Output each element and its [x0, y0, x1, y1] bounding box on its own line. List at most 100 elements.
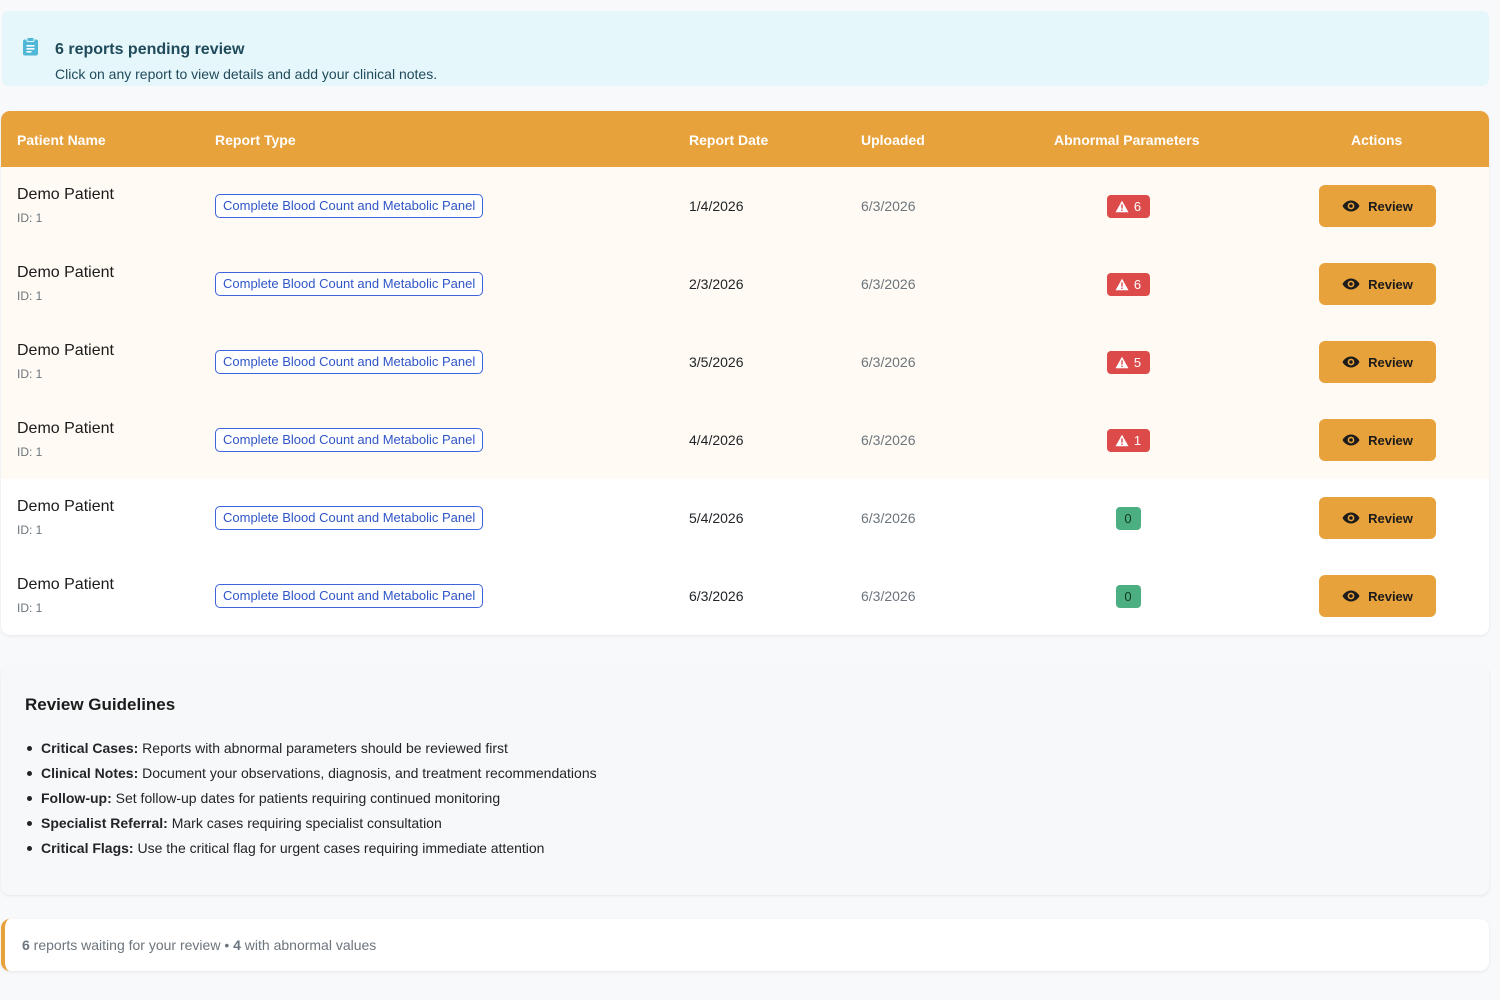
guideline-item: Clinical Notes: Document your observatio…	[25, 761, 597, 786]
review-button-label: Review	[1368, 354, 1413, 370]
patient-name: Demo Patient	[17, 264, 114, 281]
eye-icon	[1342, 590, 1360, 602]
table-header: Patient Name Report Type Report Date Upl…	[1, 111, 1489, 167]
abnormal-count-badge: 6	[1106, 273, 1150, 296]
eye-icon	[1342, 200, 1360, 212]
col-uploaded: Uploaded	[861, 132, 925, 148]
guideline-label: Critical Flags:	[41, 840, 134, 856]
patient-name: Demo Patient	[17, 420, 114, 437]
abnormal-count-badge: 0	[1115, 585, 1141, 608]
patient-id: ID: 1	[17, 445, 43, 459]
abnormal-count-value: 0	[1124, 511, 1132, 526]
uploaded-date: 6/3/2026	[861, 276, 916, 292]
review-button[interactable]: Review	[1319, 341, 1436, 383]
warning-icon	[1115, 200, 1129, 213]
patient-name: Demo Patient	[17, 576, 114, 593]
warning-icon	[1115, 434, 1129, 447]
eye-icon	[1342, 512, 1360, 524]
report-type-badge: Complete Blood Count and Metabolic Panel	[215, 506, 484, 530]
col-abnormal-parameters: Abnormal Parameters	[1054, 132, 1200, 148]
guideline-text: Set follow-up dates for patients requiri…	[111, 790, 501, 806]
patient-name: Demo Patient	[17, 186, 114, 203]
col-actions: Actions	[1351, 132, 1403, 148]
table-row[interactable]: Demo Patient ID: 1 Complete Blood Count an…	[1, 557, 1489, 635]
banner-subtitle: Click on any report to view details and …	[55, 66, 438, 82]
patient-name: Demo Patient	[17, 498, 114, 515]
report-type-badge: Complete Blood Count and Metabolic Panel	[215, 584, 484, 608]
report-date: 3/5/2026	[689, 354, 744, 370]
uploaded-date: 6/3/2026	[861, 510, 916, 526]
abnormal-count-value: 0	[1124, 589, 1132, 604]
eye-icon	[1342, 356, 1360, 368]
guideline-item: Follow-up: Set follow-up dates for patie…	[25, 786, 597, 811]
abnormal-count-badge: 0	[1115, 507, 1141, 530]
abnormal-count-value: 6	[1133, 199, 1142, 214]
guideline-item: Critical Cases: Reports with abnormal pa…	[25, 736, 597, 761]
guideline-label: Clinical Notes:	[41, 765, 139, 781]
patient-id: ID: 1	[17, 523, 43, 537]
report-type-badge: Complete Blood Count and Metabolic Panel	[215, 428, 484, 452]
summary-text: 6 reports waiting for your review • 4 wi…	[22, 937, 376, 953]
report-date: 2/3/2026	[689, 276, 744, 292]
abnormal-count-value: 5	[1133, 355, 1142, 370]
guidelines-title: Review Guidelines	[25, 695, 176, 714]
review-button[interactable]: Review	[1319, 419, 1436, 461]
review-button-label: Review	[1368, 198, 1413, 214]
report-date: 5/4/2026	[689, 510, 744, 526]
eye-icon	[1342, 434, 1360, 446]
review-summary: 6 reports waiting for your review • 4 wi…	[1, 919, 1489, 971]
patient-id: ID: 1	[17, 211, 43, 225]
review-button-label: Review	[1368, 510, 1413, 526]
review-guidelines: Review Guidelines Critical Cases: Report…	[1, 666, 1489, 895]
guideline-text: Use the critical flag for urgent cases r…	[133, 840, 545, 856]
guideline-label: Critical Cases:	[41, 740, 139, 756]
patient-name: Demo Patient	[17, 342, 114, 359]
report-date: 1/4/2026	[689, 198, 744, 214]
eye-icon	[1342, 278, 1360, 290]
review-button-label: Review	[1368, 588, 1413, 604]
abnormal-count-badge: 6	[1106, 195, 1150, 218]
uploaded-date: 6/3/2026	[861, 432, 916, 448]
abnormal-count-value: 1	[1133, 433, 1142, 448]
uploaded-date: 6/3/2026	[861, 588, 916, 604]
abnormal-count: 4	[233, 937, 241, 953]
guideline-label: Follow-up:	[41, 790, 112, 806]
abnormal-text: with abnormal values	[240, 937, 377, 953]
guideline-item: Specialist Referral: Mark cases requirin…	[25, 811, 597, 836]
review-button[interactable]: Review	[1319, 575, 1436, 617]
banner-title: 6 reports pending review	[55, 41, 245, 58]
guideline-text: Reports with abnormal parameters should …	[138, 740, 508, 756]
patient-id: ID: 1	[17, 289, 43, 303]
review-button[interactable]: Review	[1319, 185, 1436, 227]
abnormal-count-badge: 1	[1106, 429, 1150, 452]
review-button-label: Review	[1368, 276, 1413, 292]
uploaded-date: 6/3/2026	[861, 354, 916, 370]
review-button[interactable]: Review	[1319, 497, 1436, 539]
report-date: 4/4/2026	[689, 432, 744, 448]
table-row[interactable]: Demo Patient ID: 1 Complete Blood Count an…	[1, 245, 1489, 323]
uploaded-date: 6/3/2026	[861, 198, 916, 214]
report-type-badge: Complete Blood Count and Metabolic Panel	[215, 194, 484, 218]
abnormal-count-value: 6	[1133, 277, 1142, 292]
table-row[interactable]: Demo Patient ID: 1 Complete Blood Count an…	[1, 323, 1489, 401]
guideline-label: Specialist Referral:	[41, 815, 168, 831]
review-button[interactable]: Review	[1319, 263, 1436, 305]
guideline-text: Mark cases requiring specialist consulta…	[167, 815, 442, 831]
review-button-label: Review	[1368, 432, 1413, 448]
pending-text: reports waiting for your review •	[29, 937, 234, 953]
clipboard-icon	[23, 37, 38, 56]
reports-table: Patient Name Report Type Report Date Upl…	[1, 111, 1489, 635]
table-row[interactable]: Demo Patient ID: 1 Complete Blood Count an…	[1, 401, 1489, 479]
guideline-item: Critical Flags: Use the critical flag fo…	[25, 836, 597, 861]
report-date: 6/3/2026	[689, 588, 744, 604]
pending-count: 6	[22, 937, 30, 953]
guideline-text: Document your observations, diagnosis, a…	[138, 765, 597, 781]
report-type-badge: Complete Blood Count and Metabolic Panel	[215, 272, 484, 296]
patient-id: ID: 1	[17, 601, 43, 615]
table-row[interactable]: Demo Patient ID: 1 Complete Blood Count an…	[1, 167, 1489, 245]
patient-id: ID: 1	[17, 367, 43, 381]
warning-icon	[1115, 356, 1129, 369]
report-type-badge: Complete Blood Count and Metabolic Panel	[215, 350, 484, 374]
table-row[interactable]: Demo Patient ID: 1 Complete Blood Count an…	[1, 479, 1489, 557]
col-report-date: Report Date	[689, 132, 769, 148]
